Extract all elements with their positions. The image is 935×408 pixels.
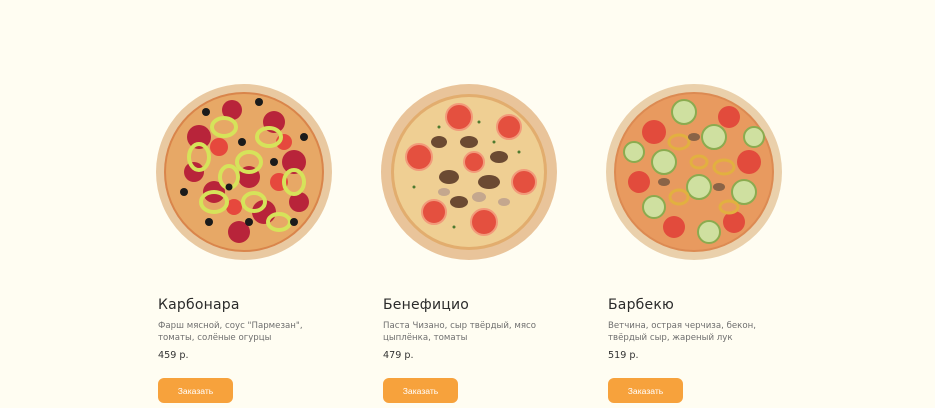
product-description: Фарш мясной, соус "Пармезан", томаты, со… [158,321,303,343]
product-price: 519 р. [608,350,639,361]
product-card-carbonara: Карбонара Фарш мясной, соус "Пармезан", … [154,0,344,408]
product-description: Паста Чизано, сыр твёрдый, мясо цыплёнка… [383,321,537,343]
order-button[interactable]: Заказать [383,378,458,403]
order-button[interactable]: Заказать [158,378,233,403]
product-description: Ветчина, острая черчиза, бекон, твёрдый … [608,321,756,343]
pizza-beneficio-image [379,82,559,262]
product-price: 479 р. [383,350,414,361]
product-name: Бенефицио [383,297,470,313]
product-grid: Карбонара Фарш мясной, соус "Пармезан", … [0,0,935,408]
product-name: Карбонара [158,297,240,313]
pizza-carbonara-image [154,82,334,262]
pizza-barbecue-image [604,82,784,262]
product-price: 459 р. [158,350,189,361]
product-card-beneficio: Бенефицио Паста Чизано, сыр твёрдый, мяс… [379,0,569,408]
order-button[interactable]: Заказать [608,378,683,403]
product-card-barbecue: Барбекю Ветчина, острая черчиза, бекон, … [604,0,794,408]
product-name: Барбекю [608,297,674,313]
